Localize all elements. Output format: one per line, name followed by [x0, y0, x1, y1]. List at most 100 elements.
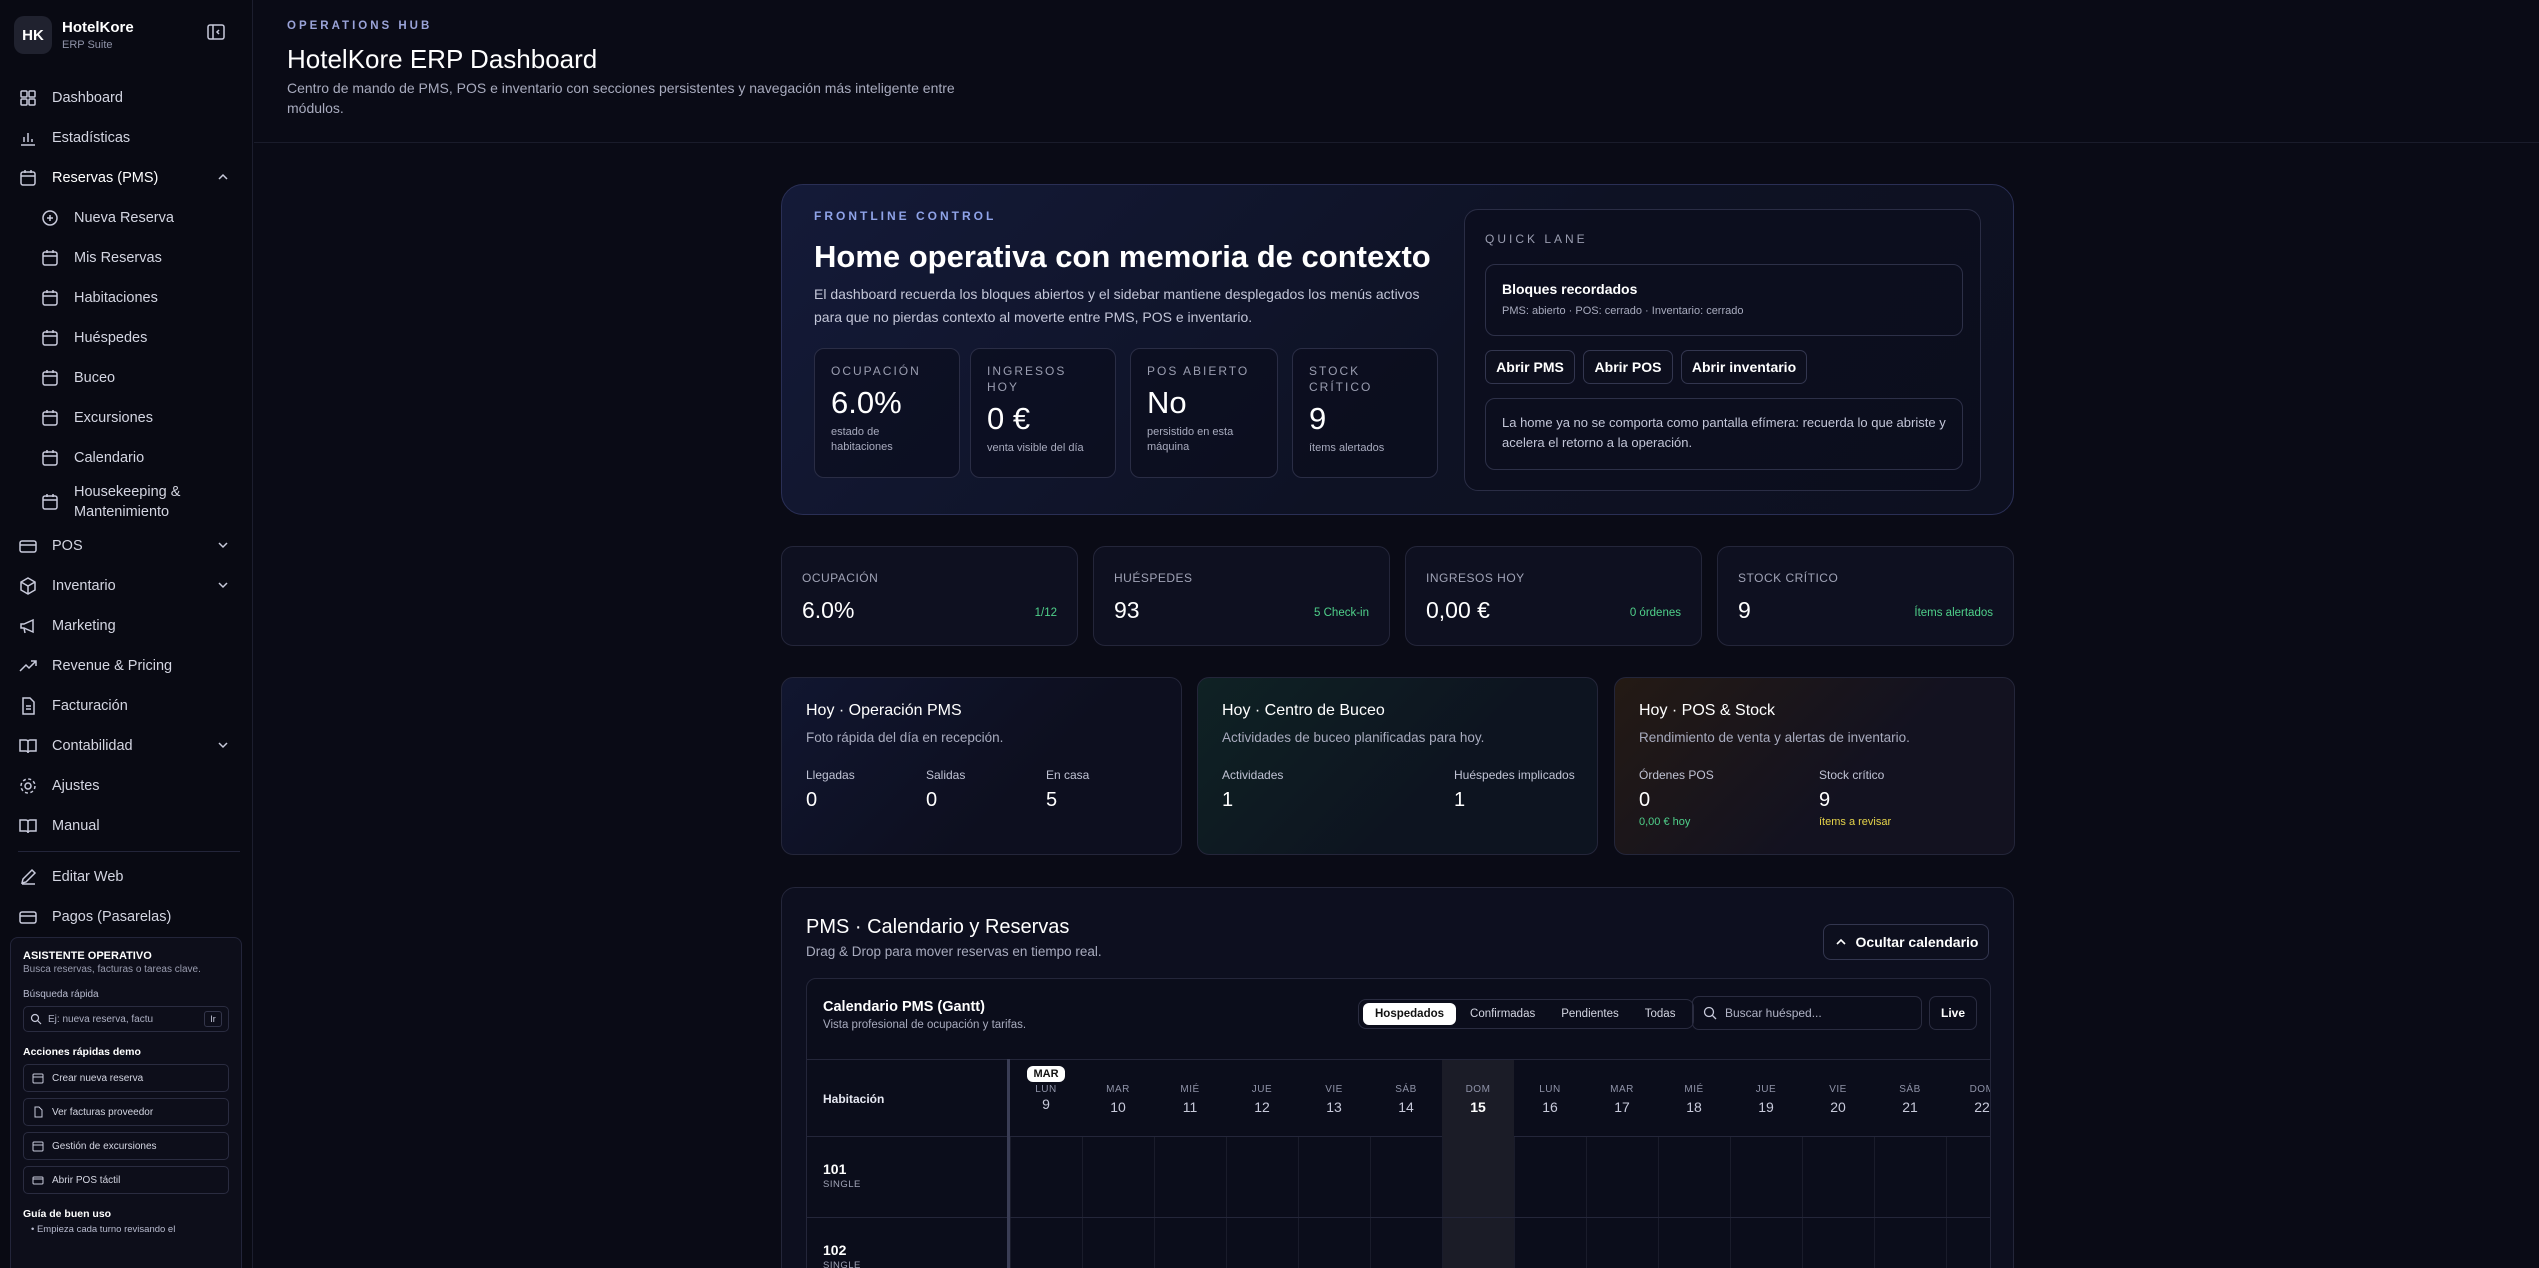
- gantt-calendar: Calendario PMS (Gantt) Vista profesional…: [806, 978, 1991, 1268]
- nav-manual[interactable]: Manual: [18, 806, 240, 846]
- pencil-icon: [20, 868, 37, 885]
- calendar-day-header[interactable]: SÁB 21: [1874, 1060, 1946, 1138]
- calendar-day-header[interactable]: DOM 15: [1442, 1060, 1514, 1138]
- quick-eyebrow: QUICK LANE: [1485, 232, 1588, 246]
- nav-label: Marketing: [52, 618, 116, 634]
- action-ver-facturas[interactable]: Ver facturas proveedor: [23, 1098, 229, 1126]
- calendar-day-header[interactable]: MAR LUN 9: [1010, 1060, 1082, 1138]
- open-inventory-button[interactable]: Abrir inventario: [1681, 350, 1807, 384]
- room-type: SINGLE: [823, 1260, 861, 1268]
- day-number: 19: [1758, 1099, 1774, 1115]
- nav-contabilidad[interactable]: Contabilidad: [18, 726, 240, 766]
- calendar-icon: [42, 450, 58, 466]
- nav-buceo[interactable]: Buceo: [18, 358, 240, 398]
- nav-label: Excursiones: [74, 410, 153, 426]
- nav-ajustes[interactable]: Ajustes: [18, 766, 240, 806]
- op-sub: Actividades de buceo planificadas para h…: [1222, 730, 1485, 745]
- action-crear-reserva[interactable]: Crear nueva reserva: [23, 1064, 229, 1092]
- kpi-note: venta visible del día: [987, 442, 1084, 454]
- nav-revenue[interactable]: Revenue & Pricing: [18, 646, 240, 686]
- calendar-day-header[interactable]: MAR 10: [1082, 1060, 1154, 1138]
- quick-note: La home ya no se comporta como pantalla …: [1485, 398, 1963, 470]
- page-header: OPERATIONS HUB HotelKore ERP Dashboard C…: [254, 0, 2539, 143]
- calendar-day-header[interactable]: JUE 12: [1226, 1060, 1298, 1138]
- op-value: 0: [926, 789, 938, 811]
- calendar-day-header[interactable]: DOM 22: [1946, 1060, 1990, 1138]
- nav-editar-web[interactable]: Editar Web: [18, 857, 240, 897]
- action-label: Crear nueva reserva: [52, 1072, 144, 1084]
- open-pos-button[interactable]: Abrir POS: [1583, 350, 1673, 384]
- nav-facturacion[interactable]: Facturación: [18, 686, 240, 726]
- day-name: MAR: [1106, 1084, 1130, 1095]
- calendar-day-header[interactable]: MIÉ 18: [1658, 1060, 1730, 1138]
- calendar-day-header[interactable]: SÁB 14: [1370, 1060, 1442, 1138]
- calendar-title: PMS · Calendario y Reservas: [806, 916, 1070, 938]
- op-value: 0: [806, 789, 818, 811]
- hero-description: El dashboard recuerda los bloques abiert…: [814, 286, 1420, 325]
- nav-label: Contabilidad: [52, 738, 133, 754]
- nav-dashboard[interactable]: Dashboard: [18, 78, 240, 118]
- room-row[interactable]: 101 SINGLE: [807, 1137, 1990, 1218]
- action-abrir-pos[interactable]: Abrir POS táctil: [23, 1166, 229, 1194]
- nav-inventario[interactable]: Inventario: [18, 566, 240, 606]
- calendar-day-header[interactable]: VIE 13: [1298, 1060, 1370, 1138]
- calendar-day-header[interactable]: JUE 19: [1730, 1060, 1802, 1138]
- nav-estadisticas[interactable]: Estadísticas: [18, 118, 240, 158]
- day-name: DOM: [1465, 1084, 1491, 1095]
- calendar-day-header[interactable]: LUN 16: [1514, 1060, 1586, 1138]
- nav-mis-reservas[interactable]: Mis Reservas: [18, 238, 240, 278]
- filter-todas[interactable]: Todas: [1633, 1003, 1688, 1025]
- kpi-value: 0 €: [987, 401, 1031, 436]
- day-name: JUE: [1251, 1084, 1273, 1095]
- calendar-day-header[interactable]: MAR 17: [1586, 1060, 1658, 1138]
- box-icon: [20, 577, 36, 595]
- stat-ocupacion: OCUPACIÓN 6.0% 1/12: [781, 546, 1078, 646]
- filter-pendientes[interactable]: Pendientes: [1549, 1003, 1631, 1025]
- day-number: 11: [1182, 1099, 1198, 1115]
- calendar-icon: [42, 370, 58, 386]
- chevron-up-icon: [218, 173, 228, 180]
- brand[interactable]: HK HotelKore ERP Suite: [14, 16, 134, 54]
- filter-confirmadas[interactable]: Confirmadas: [1458, 1003, 1547, 1025]
- op-sub: Rendimiento de venta y alertas de invent…: [1639, 730, 1910, 745]
- nav-huespedes[interactable]: Huéspedes: [18, 318, 240, 358]
- nav-reservas[interactable]: Reservas (PMS): [18, 158, 240, 198]
- sidebar-toggle-icon[interactable]: [206, 22, 230, 46]
- nav-marketing[interactable]: Marketing: [18, 606, 240, 646]
- assistant-search-go-button[interactable]: Ir: [204, 1011, 222, 1027]
- gantt-today-separator: [1007, 1059, 1010, 1268]
- live-button[interactable]: Live: [1929, 996, 1977, 1030]
- kpi-value: 9: [1309, 401, 1327, 436]
- nav-housekeeping[interactable]: Housekeeping & Mantenimiento: [18, 478, 240, 526]
- calendar-icon: [32, 1073, 44, 1084]
- kpi-ingresos: INGRESOS HOY 0 € venta visible del día: [970, 348, 1116, 478]
- room-column-header: Habitación: [823, 1092, 885, 1106]
- nav-pagos[interactable]: Pagos (Pasarelas): [18, 897, 240, 937]
- nav-label: Buceo: [74, 370, 116, 386]
- nav-nueva-reserva[interactable]: Nueva Reserva: [18, 198, 240, 238]
- assistant-search-input[interactable]: [48, 1013, 198, 1025]
- calendar-day-header[interactable]: VIE 20: [1802, 1060, 1874, 1138]
- nav-pos[interactable]: POS: [18, 526, 240, 566]
- brand-logo: HK: [14, 16, 52, 54]
- day-number: 18: [1686, 1099, 1702, 1115]
- stat-value: 9: [1738, 597, 1751, 623]
- nav-label: Editar Web: [52, 869, 124, 885]
- room-row[interactable]: 102 SINGLE: [807, 1218, 1990, 1268]
- calendar-day-header[interactable]: MIÉ 11: [1154, 1060, 1226, 1138]
- hide-calendar-label: Ocultar calendario: [1855, 934, 1979, 950]
- assistant-search: Ir: [23, 1006, 229, 1032]
- filter-hospedados[interactable]: Hospedados: [1363, 1003, 1457, 1025]
- action-excursiones[interactable]: Gestión de excursiones: [23, 1132, 229, 1160]
- nav-label: Reservas (PMS): [52, 170, 159, 186]
- hide-calendar-button[interactable]: Ocultar calendario: [1823, 924, 1989, 960]
- nav-excursiones[interactable]: Excursiones: [18, 398, 240, 438]
- open-pms-button[interactable]: Abrir PMS: [1485, 350, 1575, 384]
- chevron-down-icon: [218, 542, 228, 549]
- guest-search-input[interactable]: [1725, 1006, 1905, 1020]
- book-icon: [19, 819, 37, 834]
- nav-habitaciones[interactable]: Habitaciones: [18, 278, 240, 318]
- op-value: 5: [1046, 789, 1058, 811]
- search-icon: [1703, 1006, 1717, 1020]
- nav-calendario[interactable]: Calendario: [18, 438, 240, 478]
